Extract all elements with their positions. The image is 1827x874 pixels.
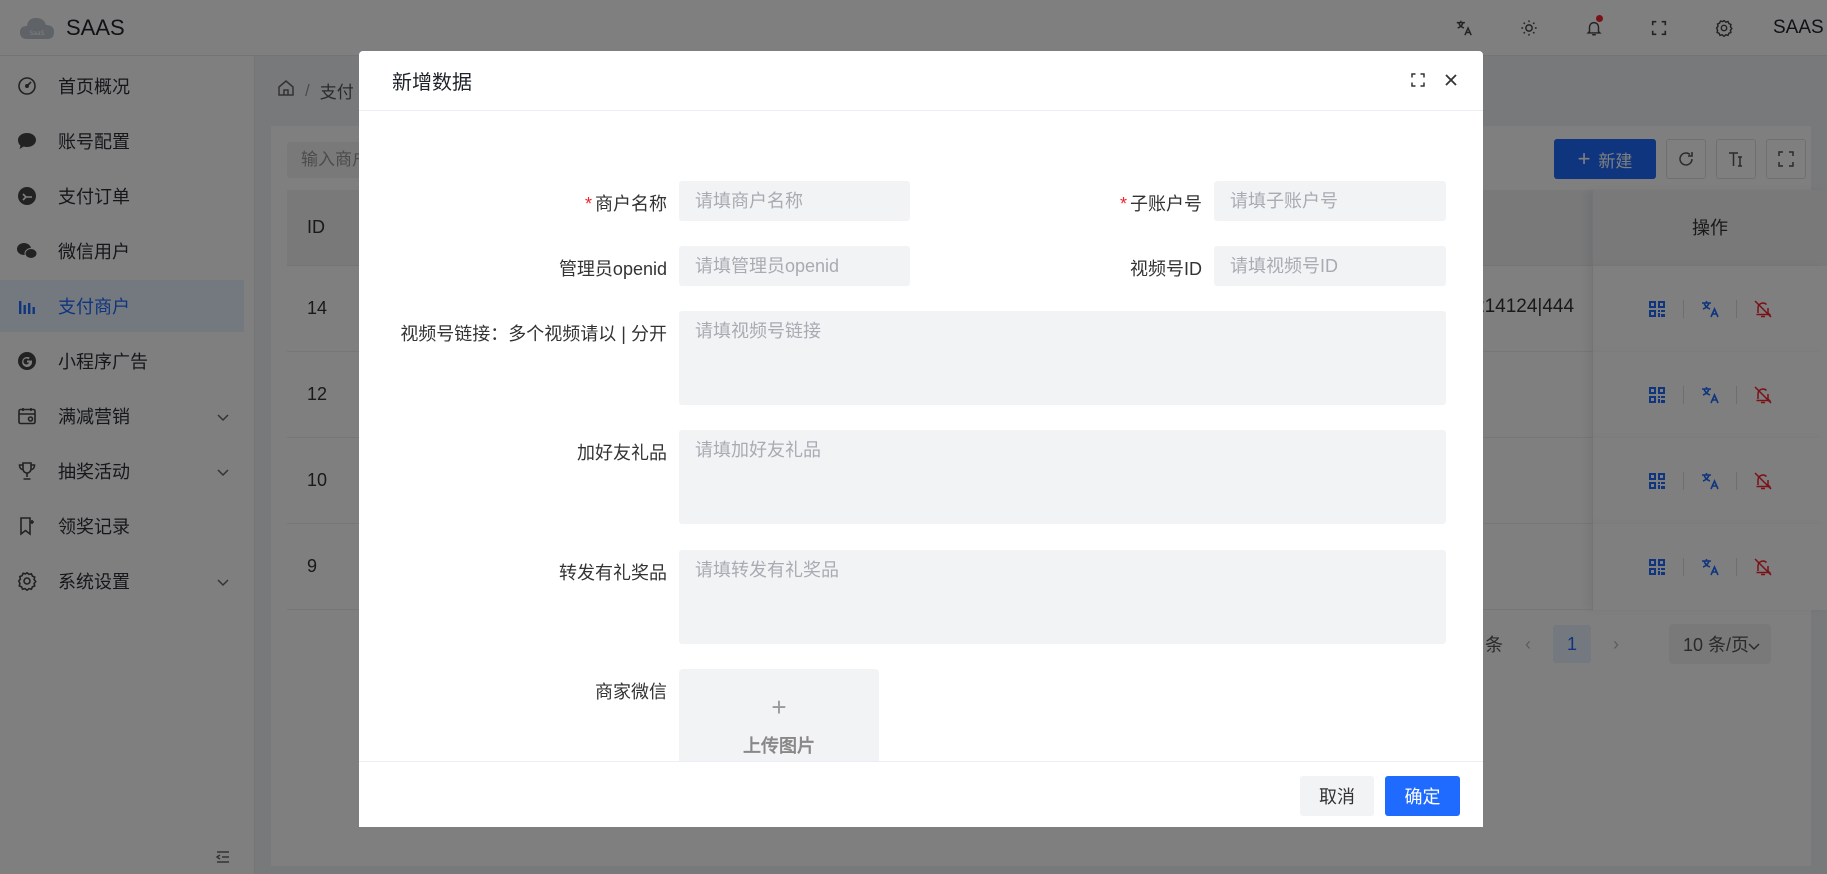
sub-account-label-text: 子账户号 [1130,194,1202,214]
maximize-icon[interactable] [1410,72,1428,90]
cancel-button[interactable]: 取消 [1300,776,1374,816]
image-upload-box[interactable]: + 上传图片 [679,669,879,761]
friend-gift-label: 加好友礼品 [577,443,667,463]
share-prize-label: 转发有礼奖品 [559,563,667,583]
dialog-footer: 取消 确定 [359,761,1483,827]
plus-icon: + [771,692,787,722]
upload-image-label: 上传图片 [743,736,815,756]
merchant-wechat-label: 商家微信 [595,682,667,702]
admin-openid-input[interactable]: 请填管理员openid [679,246,910,286]
friend-gift-textarea[interactable]: 请填加好友礼品 [679,430,1446,524]
close-icon[interactable] [1443,72,1461,90]
merchant-name-input[interactable]: 请填商户名称 [679,181,910,221]
required-mark: * [584,194,592,214]
share-prize-textarea[interactable]: 请填转发有礼奖品 [679,550,1446,644]
dialog-title: 新增数据 [392,72,472,94]
add-data-dialog: 新增数据 * 商户名称 请填商户名称 * 子账户号 请填子账户号 管理员openid… [359,51,1483,827]
channel-links-textarea[interactable]: 请填视频号链接 [679,311,1446,405]
sub-account-input[interactable]: 请填子账户号 [1214,181,1446,221]
merchant-name-label-text: 商户名称 [595,194,667,214]
dialog-body: * 商户名称 请填商户名称 * 子账户号 请填子账户号 管理员openid 请填管理… [359,111,1483,761]
channel-links-label: 视频号链接：多个视频请以 | 分开 [400,324,667,344]
channel-id-label: 视频号ID [1130,259,1202,279]
merchant-name-label: * 商户名称 [539,190,667,216]
dialog-header: 新增数据 [359,51,1483,111]
confirm-button[interactable]: 确定 [1385,776,1460,816]
sub-account-label: * 子账户号 [1059,190,1202,216]
admin-openid-label: 管理员openid [558,259,667,279]
channel-id-input[interactable]: 请填视频号ID [1214,246,1446,286]
required-mark: * [1119,194,1127,214]
